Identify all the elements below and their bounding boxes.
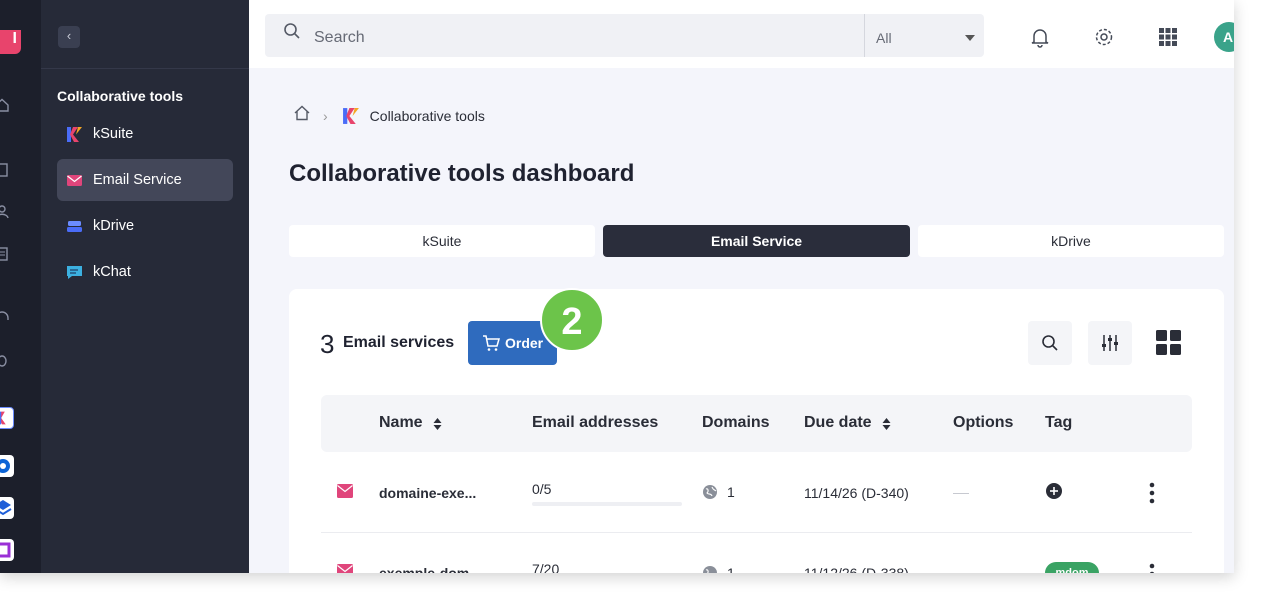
column-domains: Domains xyxy=(702,414,770,431)
services-count: 3 xyxy=(320,329,335,359)
chevron-right-icon: › xyxy=(323,107,328,124)
sort-icon[interactable] xyxy=(882,417,891,430)
mail-icon xyxy=(337,484,353,498)
sidebar-item-email-service[interactable]: Email Service xyxy=(57,159,233,201)
kmeet-app-icon[interactable] xyxy=(0,455,14,477)
row-name[interactable]: domaine-exe... xyxy=(379,485,476,501)
sidebar-section-title: Collaborative tools xyxy=(57,88,184,104)
breadcrumb-current: Collaborative tools xyxy=(369,107,485,124)
support-icon[interactable] xyxy=(0,310,10,326)
email-usage-bar xyxy=(532,502,682,506)
cart-icon xyxy=(483,335,500,351)
globe-icon xyxy=(702,565,718,573)
bell-icon[interactable] xyxy=(1029,26,1051,48)
search-icon xyxy=(1042,335,1058,351)
top-bar: Search All A xyxy=(249,0,1234,68)
row-domains: 1 xyxy=(727,484,735,500)
sidebar-item-ksuite[interactable]: kSuite xyxy=(57,113,233,155)
table-row[interactable]: domaine-exe... 0/5 1 11/14/26 (D-340) xyxy=(321,452,1192,532)
apps-grid-icon[interactable] xyxy=(1157,26,1179,48)
email-services-card: 3 Email services Order 2 Name Email addr… xyxy=(289,288,1224,573)
row-options-empty xyxy=(953,493,969,494)
table-row[interactable]: exemple-dom... 7/20 1 11/12/26 (D-338) m… xyxy=(321,533,1192,573)
breadcrumb: › Collaborative tools xyxy=(293,104,485,127)
row-email-count: 7/20 xyxy=(532,561,560,573)
search-icon xyxy=(283,22,301,40)
sliders-icon xyxy=(1102,335,1118,351)
tab-email-service[interactable]: Email Service xyxy=(603,225,910,257)
sidebar-item-label: kSuite xyxy=(93,126,134,142)
search-button[interactable] xyxy=(1028,321,1072,365)
gear-icon[interactable] xyxy=(1093,26,1115,48)
order-button-label: Order xyxy=(505,335,544,351)
kpaste-app-icon[interactable] xyxy=(0,539,14,561)
ksuite-icon xyxy=(66,126,83,143)
sidebar-item-label: kDrive xyxy=(93,218,135,234)
column-options: Options xyxy=(953,414,1014,431)
invoice-icon[interactable] xyxy=(0,246,10,262)
more-options-icon[interactable] xyxy=(1149,482,1155,504)
column-due-date[interactable]: Due date xyxy=(804,414,891,432)
globe-icon xyxy=(702,484,718,500)
search-bar[interactable]: Search All xyxy=(265,14,984,57)
row-due-date: 11/12/26 (D-338) xyxy=(804,565,909,573)
users-icon[interactable] xyxy=(0,204,10,220)
chevron-down-icon[interactable] xyxy=(965,35,975,41)
search-divider xyxy=(864,14,865,57)
collapse-sidebar-button[interactable]: ‹ xyxy=(58,26,80,48)
ksuite-icon xyxy=(342,107,360,125)
home-icon[interactable] xyxy=(0,97,10,113)
services-count-label: Email services xyxy=(343,334,455,351)
bug-icon[interactable] xyxy=(0,352,10,368)
sidebar-item-kchat[interactable]: kChat xyxy=(57,251,233,293)
app-window: I ‹ Collaborative tools kSuite Email Ser… xyxy=(0,0,1234,573)
kchat-icon xyxy=(66,264,83,281)
product-tabs: kSuite Email Service kDrive xyxy=(289,225,1224,257)
tag-chip[interactable]: mdom xyxy=(1045,562,1099,573)
avatar[interactable]: A xyxy=(1214,22,1234,52)
home-icon[interactable] xyxy=(293,104,311,127)
grid-view-icon[interactable] xyxy=(1156,330,1181,355)
brand-logo[interactable]: I xyxy=(0,30,21,54)
tab-ksuite[interactable]: kSuite xyxy=(289,225,595,257)
column-tag: Tag xyxy=(1045,414,1073,431)
add-tag-icon[interactable] xyxy=(1045,482,1063,500)
sidebar: ‹ Collaborative tools kSuite Email Servi… xyxy=(41,0,249,573)
search-input[interactable]: Search xyxy=(314,29,365,47)
sidebar-item-label: kChat xyxy=(93,264,131,280)
mail-icon xyxy=(66,172,83,189)
tab-kdrive[interactable]: kDrive xyxy=(918,225,1224,257)
table-header: Name Email addresses Domains Due date Op… xyxy=(321,395,1192,452)
more-options-icon[interactable] xyxy=(1149,563,1155,573)
app-rail: I xyxy=(0,0,41,573)
row-name[interactable]: exemple-dom... xyxy=(379,565,481,573)
kdrive-icon xyxy=(66,218,83,235)
sidebar-item-kdrive[interactable]: kDrive xyxy=(57,205,233,247)
row-domains: 1 xyxy=(727,565,735,573)
search-filter-select[interactable]: All xyxy=(876,30,892,46)
sidebar-divider xyxy=(41,68,249,69)
filter-button[interactable] xyxy=(1088,321,1132,365)
ksuite-app-icon[interactable] xyxy=(0,407,14,429)
column-email-addresses: Email addresses xyxy=(532,414,659,431)
step-badge: 2 xyxy=(540,288,604,352)
column-name[interactable]: Name xyxy=(379,414,442,432)
page-title: Collaborative tools dashboard xyxy=(289,160,635,187)
sidebar-item-label: Email Service xyxy=(93,172,182,188)
row-email-count: 0/5 xyxy=(532,481,552,497)
mail-icon xyxy=(337,564,353,573)
row-due-date: 11/14/26 (D-340) xyxy=(804,485,909,501)
sort-icon[interactable] xyxy=(433,417,442,430)
kdrive-app-icon[interactable] xyxy=(0,497,14,519)
building-icon[interactable] xyxy=(0,162,10,178)
